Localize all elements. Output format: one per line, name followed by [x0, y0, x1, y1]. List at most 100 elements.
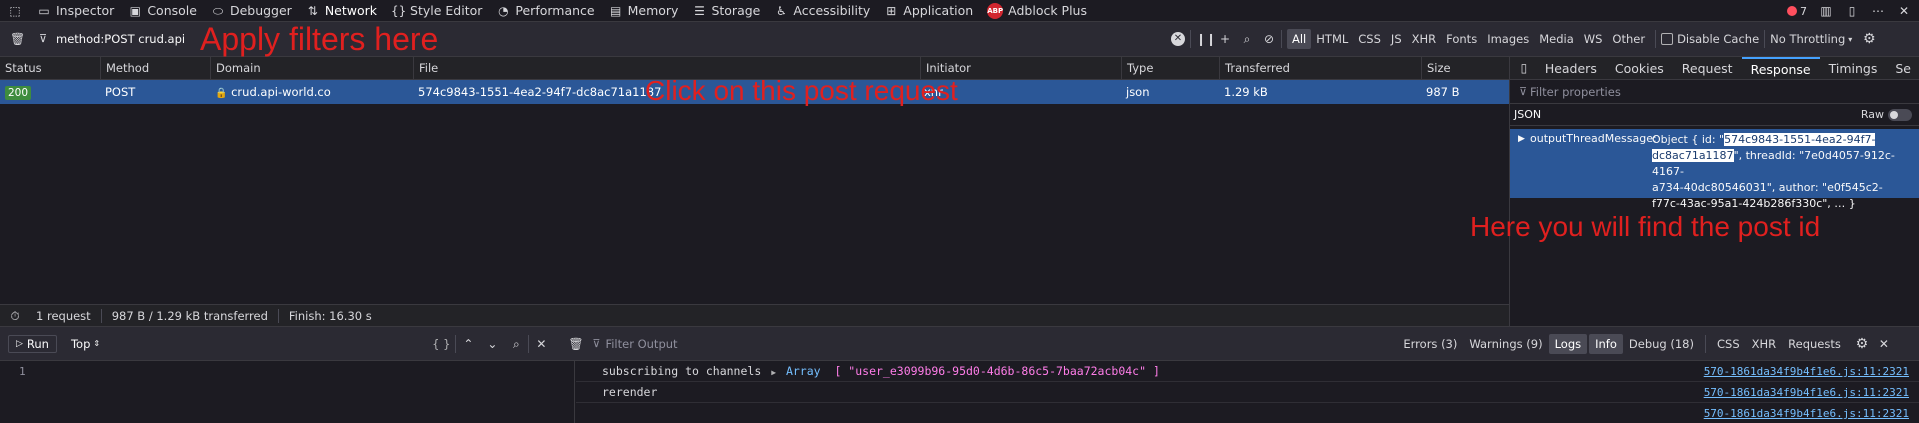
tab-debugger[interactable]: ⬭ Debugger — [204, 0, 299, 22]
type-filter-js[interactable]: JS — [1386, 29, 1407, 49]
more-options-icon[interactable]: ⋯ — [1871, 4, 1885, 18]
pretty-print-button[interactable]: { } — [432, 337, 450, 351]
tab-label: Application — [903, 3, 974, 18]
tab-adblock-plus[interactable]: ABP Adblock Plus — [980, 0, 1094, 22]
raw-toggle[interactable] — [1888, 108, 1912, 121]
filter-requests[interactable]: Requests — [1782, 334, 1847, 354]
element-picker-icon: ⬚ — [9, 3, 21, 18]
toolbox-tabbar: ⬚ ▭ Inspector ▣ Console ⬭ Debugger ⇅ Net… — [0, 0, 1919, 22]
divider — [528, 334, 530, 353]
tab-label: Memory — [627, 3, 679, 18]
filter-icon: ⊽ — [592, 337, 601, 350]
gear-icon[interactable]: ⚙ — [1862, 32, 1876, 46]
gear-icon[interactable]: ⚙ — [1855, 337, 1869, 351]
tab-memory[interactable]: ▤ Memory — [602, 0, 686, 22]
filter-errors[interactable]: Errors (3) — [1397, 334, 1463, 354]
source-location-link[interactable]: 570-1861da34f9b4f1e6.js:11:2321 — [1704, 361, 1909, 382]
trash-icon[interactable]: 🗑 — [10, 32, 25, 46]
filter-info[interactable]: Info — [1589, 333, 1623, 354]
highlighted-post-id: 574c9843-1551-4ea2-94f7- — [1724, 133, 1876, 146]
add-icon[interactable]: + — [1218, 32, 1232, 46]
column-type[interactable]: Type — [1121, 57, 1222, 80]
json-value-text: f77c-43ac-95a1-424b286f330c", … } — [1652, 197, 1856, 210]
context-select[interactable]: Top ⇕ — [71, 337, 100, 351]
tab-cookies[interactable]: Cookies — [1606, 57, 1673, 80]
search-icon[interactable]: ⌕ — [1240, 32, 1254, 46]
filter-warnings[interactable]: Warnings (9) — [1463, 334, 1548, 354]
json-tree-row[interactable]: ▶ outputThreadMessage: Object { id: "574… — [1510, 129, 1919, 210]
toggle-panel-icon[interactable]: ▯ — [1518, 61, 1530, 75]
tab-response[interactable]: Response — [1741, 56, 1820, 80]
chevron-down-icon[interactable]: ⌄ — [485, 337, 499, 351]
tab-inspector[interactable]: ▭ Inspector — [30, 0, 121, 22]
filter-css[interactable]: CSS — [1711, 334, 1746, 354]
log-entry: subscribing to channels ▶ Array [ "user_… — [576, 361, 1919, 382]
column-transferred[interactable]: Transferred — [1219, 57, 1423, 80]
type-filter-css[interactable]: CSS — [1353, 29, 1386, 49]
filter-properties-input[interactable]: Filter properties — [1530, 85, 1621, 99]
request-size: 987 B — [1426, 85, 1460, 99]
tab-console[interactable]: ▣ Console — [121, 0, 204, 22]
throttling-select[interactable]: No Throttling ▾ — [1770, 32, 1852, 46]
tab-headers[interactable]: Headers — [1536, 57, 1606, 80]
pause-icon[interactable]: ❙❙ — [1196, 32, 1216, 46]
trash-icon[interactable]: 🗑 — [568, 337, 583, 351]
tab-timings[interactable]: Timings — [1820, 57, 1887, 80]
json-header: JSON Raw — [1510, 104, 1919, 126]
close-toolbox-icon[interactable]: ✕ — [1897, 4, 1911, 18]
block-icon[interactable]: ⊘ — [1262, 32, 1276, 46]
column-status[interactable]: Status — [0, 57, 100, 80]
filter-logs[interactable]: Logs — [1548, 333, 1588, 354]
console-filter-box[interactable]: ⊽ Filter Output — [592, 337, 1397, 351]
expand-arrow-icon[interactable]: ▶ — [1518, 134, 1525, 144]
tab-performance[interactable]: ◔ Performance — [489, 0, 601, 22]
tab-request[interactable]: Request — [1673, 57, 1742, 80]
dock-icon[interactable]: ▥ — [1819, 4, 1833, 18]
chevron-up-icon[interactable]: ⌃ — [461, 337, 475, 351]
stopwatch-icon[interactable]: ⏱ — [8, 309, 22, 323]
type-filter-xhr[interactable]: XHR — [1407, 29, 1442, 49]
filter-icon: ⊽ — [38, 32, 48, 45]
filter-debug[interactable]: Debug (18) — [1623, 334, 1700, 354]
error-count: 7 — [1800, 4, 1807, 18]
split-console-icon[interactable]: ▯ — [1845, 4, 1859, 18]
type-filter-images[interactable]: Images — [1482, 29, 1534, 49]
close-console-icon[interactable]: ✕ — [1877, 337, 1891, 351]
tab-style-editor[interactable]: {} Style Editor — [384, 0, 489, 22]
url-filter-input[interactable]: method:POST crud.api — [56, 32, 185, 46]
type-filter-other[interactable]: Other — [1607, 29, 1650, 49]
type-filter-ws[interactable]: WS — [1579, 29, 1608, 49]
run-button[interactable]: ▷ Run — [8, 334, 57, 353]
properties-filter-box[interactable]: ⊽ Filter properties — [1510, 80, 1919, 104]
error-count-indicator[interactable]: 7 — [1787, 5, 1807, 18]
clear-filter-icon[interactable]: ✕ — [1171, 32, 1185, 46]
type-filter-media[interactable]: Media — [1534, 29, 1579, 49]
source-location-link[interactable]: 570-1861da34f9b4f1e6.js:11:2321 — [1704, 403, 1909, 423]
type-filter-all[interactable]: All — [1287, 29, 1312, 49]
column-size[interactable]: Size — [1421, 57, 1509, 80]
console-editor[interactable]: 1 — [0, 361, 575, 423]
expand-arrow-icon[interactable]: ▶ — [771, 368, 776, 377]
tab-storage[interactable]: ☰ Storage — [685, 0, 767, 22]
column-domain[interactable]: Domain — [210, 57, 413, 80]
tab-security[interactable]: Se — [1886, 57, 1919, 80]
element-picker-button[interactable]: ⬚ — [0, 0, 30, 22]
log-level-filters: Errors (3) Warnings (9) Logs Info Debug … — [1397, 333, 1847, 354]
source-location-link[interactable]: 570-1861da34f9b4f1e6.js:11:2321 — [1704, 382, 1909, 403]
type-filter-html[interactable]: HTML — [1311, 29, 1353, 49]
tab-accessibility[interactable]: ♿ Accessibility — [767, 0, 877, 22]
array-label[interactable]: Array — [786, 364, 821, 378]
filter-xhr[interactable]: XHR — [1746, 334, 1783, 354]
filter-output-input[interactable]: Filter Output — [605, 337, 677, 351]
tab-network[interactable]: ⇅ Network — [299, 0, 384, 22]
summary-requests: 1 request — [26, 308, 102, 323]
annotation-click-request: Click on this post request — [645, 75, 958, 106]
disable-cache-checkbox[interactable]: Disable Cache — [1661, 32, 1759, 46]
zoom-search-icon[interactable]: ⌕ — [509, 337, 523, 351]
tab-application[interactable]: ⊞ Application — [877, 0, 980, 22]
dropdown-arrow-icon: ▾ — [1848, 34, 1853, 44]
error-icon — [1787, 6, 1797, 16]
type-filter-fonts[interactable]: Fonts — [1441, 29, 1482, 49]
close-editor-icon[interactable]: ✕ — [534, 337, 548, 351]
column-method[interactable]: Method — [100, 57, 210, 80]
